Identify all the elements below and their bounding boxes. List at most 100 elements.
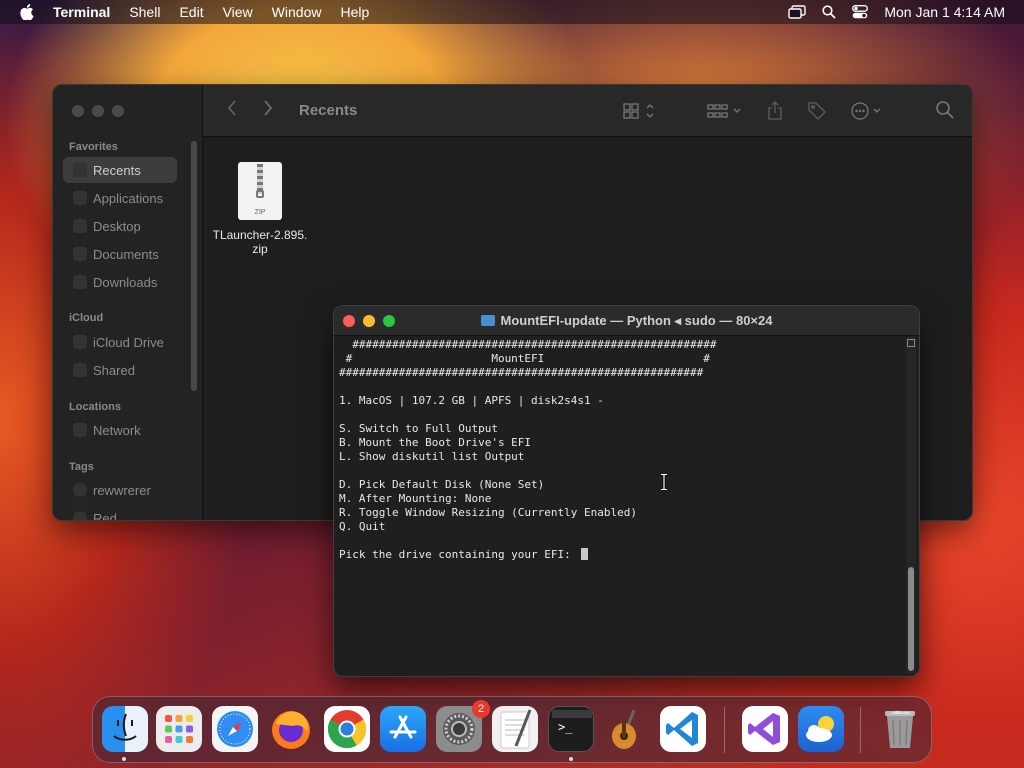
terminal-zoom-button[interactable] (383, 315, 395, 327)
apple-menu-icon[interactable] (19, 4, 35, 20)
finder-zoom-button[interactable] (112, 105, 124, 117)
sidebar-item-label: Shared (93, 362, 135, 378)
dock-textedit-icon[interactable] (492, 706, 538, 752)
menu-window[interactable]: Window (272, 4, 322, 20)
tag-dot-icon (73, 483, 87, 497)
terminal-close-button[interactable] (343, 315, 355, 327)
text-cursor (581, 548, 589, 560)
scroll-marker-icon (907, 339, 915, 347)
sidebar-item-label: rewwrerer (93, 482, 151, 498)
menu-app-terminal[interactable]: Terminal (53, 4, 110, 20)
network-icon (73, 423, 87, 437)
sidebar-item-label: Recents (93, 162, 141, 178)
sidebar-item-documents[interactable]: Documents (63, 241, 177, 267)
terminal-minimize-button[interactable] (363, 315, 375, 327)
menu-edit[interactable]: Edit (179, 4, 203, 20)
screen-mirroring-icon[interactable] (788, 5, 807, 19)
terminal-prompt-line[interactable]: Pick the drive containing your EFI: (339, 548, 903, 562)
menu-bar: Terminal Shell Edit View Window Help Mon… (0, 0, 1024, 24)
tag-icon[interactable] (807, 101, 827, 126)
dock-separator (860, 707, 861, 753)
terminal-line: R. Toggle Window Resizing (Currently Ena… (339, 506, 638, 519)
zip-file-icon: ZIP (238, 162, 282, 220)
dock-launchpad-icon[interactable] (156, 706, 202, 752)
sidebar-item-tag-red[interactable]: Red (63, 505, 177, 521)
sidebar-item-label: Red (93, 510, 117, 521)
terminal-scroll-thumb[interactable] (908, 567, 914, 671)
finder-window-controls (72, 105, 124, 117)
dock-safari-icon[interactable] (212, 706, 258, 752)
terminal-scrollbar[interactable] (906, 337, 916, 673)
sidebar-section-tags: Tags (69, 461, 94, 473)
menu-help[interactable]: Help (340, 4, 369, 20)
back-chevron-icon[interactable] (227, 99, 237, 122)
terminal-line: M. After Mounting: None (339, 492, 492, 505)
dock-chrome-icon[interactable] (324, 706, 370, 752)
dock-garageband-icon[interactable] (604, 706, 650, 752)
file-name-line2: zip (252, 242, 268, 256)
terminal-titlebar: MountEFI-update — Python ◂ sudo — 80×24 (334, 306, 919, 336)
download-icon (73, 275, 87, 289)
terminal-output[interactable]: ########################################… (339, 337, 903, 676)
dock-app-store-icon[interactable] (380, 706, 426, 752)
control-center-icon[interactable] (852, 5, 869, 19)
sidebar-scrollbar[interactable] (191, 141, 197, 391)
sidebar-section-locations: Locations (69, 401, 121, 413)
file-item-tlauncher-zip[interactable]: ZIP TLauncher-2.895. zip (205, 162, 315, 256)
forward-chevron-icon[interactable] (263, 99, 273, 122)
applications-icon (73, 191, 87, 205)
sidebar-item-label: Applications (93, 190, 164, 206)
finder-toolbar-tools (623, 101, 883, 126)
spotlight-search-icon[interactable] (822, 5, 836, 19)
sidebar-item-applications[interactable]: Applications (63, 185, 177, 211)
dock-trash-icon[interactable] (877, 706, 923, 752)
dock-system-settings-icon[interactable]: 2 (436, 700, 490, 752)
finder-minimize-button[interactable] (92, 105, 104, 117)
finder-close-button[interactable] (72, 105, 84, 117)
sidebar-item-icloud-drive[interactable]: iCloud Drive (63, 329, 177, 355)
menu-view[interactable]: View (223, 4, 253, 20)
ibeam-cursor-icon (661, 473, 667, 491)
terminal-line: 1. MacOS | 107.2 GB | APFS | disk2s4s1 - (339, 394, 604, 407)
dock-terminal-icon[interactable]: >_ (548, 706, 594, 752)
more-actions-icon[interactable] (851, 101, 883, 126)
terminal-line: L. Show diskutil list Output (339, 450, 525, 463)
sidebar-item-label: Documents (93, 246, 159, 262)
dock: 2 >_ (92, 696, 932, 763)
share-icon[interactable] (767, 101, 783, 126)
finder-search-icon[interactable] (936, 101, 954, 124)
dock-vscode-icon[interactable] (660, 706, 706, 752)
dock-visual-studio-icon[interactable] (742, 706, 788, 752)
notification-badge: 2 (472, 700, 490, 718)
terminal-line: ########################################… (339, 338, 717, 351)
sidebar-section-icloud: iCloud (69, 312, 104, 324)
sidebar-item-shared[interactable]: Shared (63, 357, 177, 383)
dock-separator (724, 707, 725, 753)
terminal-line: D. Pick Default Disk (None Set) (339, 478, 545, 491)
sidebar-item-desktop[interactable]: Desktop (63, 213, 177, 239)
dock-weather-icon[interactable] (798, 706, 844, 752)
menu-shell[interactable]: Shell (129, 4, 160, 20)
menubar-clock[interactable]: Mon Jan 1 4:14 AM (884, 4, 1005, 20)
file-name-line1: TLauncher-2.895. (212, 228, 308, 242)
running-indicator (569, 757, 573, 761)
cloud-icon (73, 335, 87, 349)
svg-text:>_: >_ (558, 720, 573, 734)
terminal-window: MountEFI-update — Python ◂ sudo — 80×24 … (333, 305, 920, 677)
sidebar-item-recents[interactable]: Recents (63, 157, 177, 183)
clock-icon (73, 163, 87, 177)
sidebar-item-network[interactable]: Network (63, 417, 177, 443)
sidebar-item-downloads[interactable]: Downloads (63, 269, 177, 295)
dock-finder-icon[interactable] (102, 706, 148, 752)
sidebar-item-label: iCloud Drive (93, 334, 164, 350)
shared-folder-icon (73, 363, 87, 377)
sidebar-item-tag-rewwrerer[interactable]: rewwrerer (63, 477, 177, 503)
sidebar-section-favorites: Favorites (69, 141, 118, 153)
group-by-icon[interactable] (707, 102, 743, 125)
icon-view-grid-icon[interactable] (623, 102, 655, 125)
terminal-prompt: Pick the drive containing your EFI: (339, 548, 578, 561)
dock-firefox-icon[interactable] (268, 706, 314, 752)
